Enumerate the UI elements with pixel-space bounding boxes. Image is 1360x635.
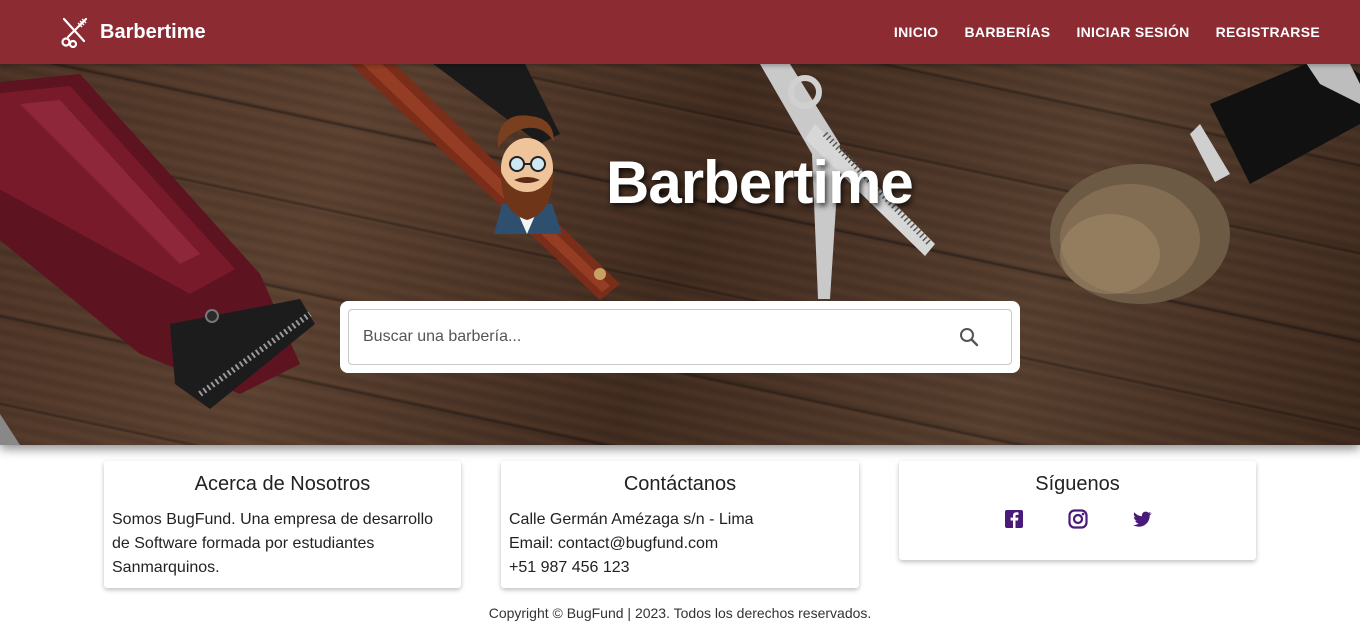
hair-clipper-image [0,74,315,445]
brand-link[interactable]: Barbertime [58,15,206,49]
search-icon[interactable] [957,325,981,349]
social-links [907,508,1248,530]
contact-phone: +51 987 456 123 [509,559,630,576]
contact-email: Email: contact@bugfund.com [509,535,719,552]
straight-razor-image [350,64,620,300]
scissors-comb-icon [58,15,92,49]
about-title: Acerca de Nosotros [194,473,371,495]
search-box [348,309,1012,365]
contact-address: Calle Germán Amézaga s/n - Lima [509,511,754,528]
social-card: Síguenos [899,461,1256,560]
nav-link-barberias[interactable]: BARBERÍAS [965,24,1051,40]
navbar: Barbertime INICIO BARBERÍAS INICIAR SESI… [0,0,1360,64]
facebook-icon[interactable] [1003,508,1025,530]
nav-link-registrarse[interactable]: REGISTRARSE [1216,24,1320,40]
contact-title: Contáctanos [623,473,737,495]
about-text: Somos BugFund. Una empresa de desarrollo… [112,511,434,576]
nav-link-inicio[interactable]: INICIO [894,24,939,40]
brand-name: Barbertime [100,20,206,43]
barber-tools-background [0,64,1360,445]
hero-banner: Barbertime [0,64,1360,445]
copyright-text: Copyright © BugFund | 2023. Todos los de… [488,605,872,621]
instagram-icon[interactable] [1067,508,1089,530]
contact-card: Contáctanos Calle Germán Amézaga s/n - L… [501,461,859,588]
search-container [340,301,1020,373]
about-card: Acerca de Nosotros Somos BugFund. Una em… [104,461,461,588]
bearded-barber-mascot [494,115,562,234]
shaving-brush-image [1050,64,1360,304]
nav-link-iniciar-sesion[interactable]: INICIAR SESIÓN [1076,24,1189,40]
hero-title: Barbertime [606,149,914,216]
search-input[interactable] [363,328,957,346]
twitter-icon[interactable] [1131,508,1153,530]
contact-info: Calle Germán Amézaga s/n - Lima Email: c… [509,508,851,580]
social-title: Síguenos [1035,473,1120,495]
nav-links: INICIO BARBERÍAS INICIAR SESIÓN REGISTRA… [894,24,1320,40]
